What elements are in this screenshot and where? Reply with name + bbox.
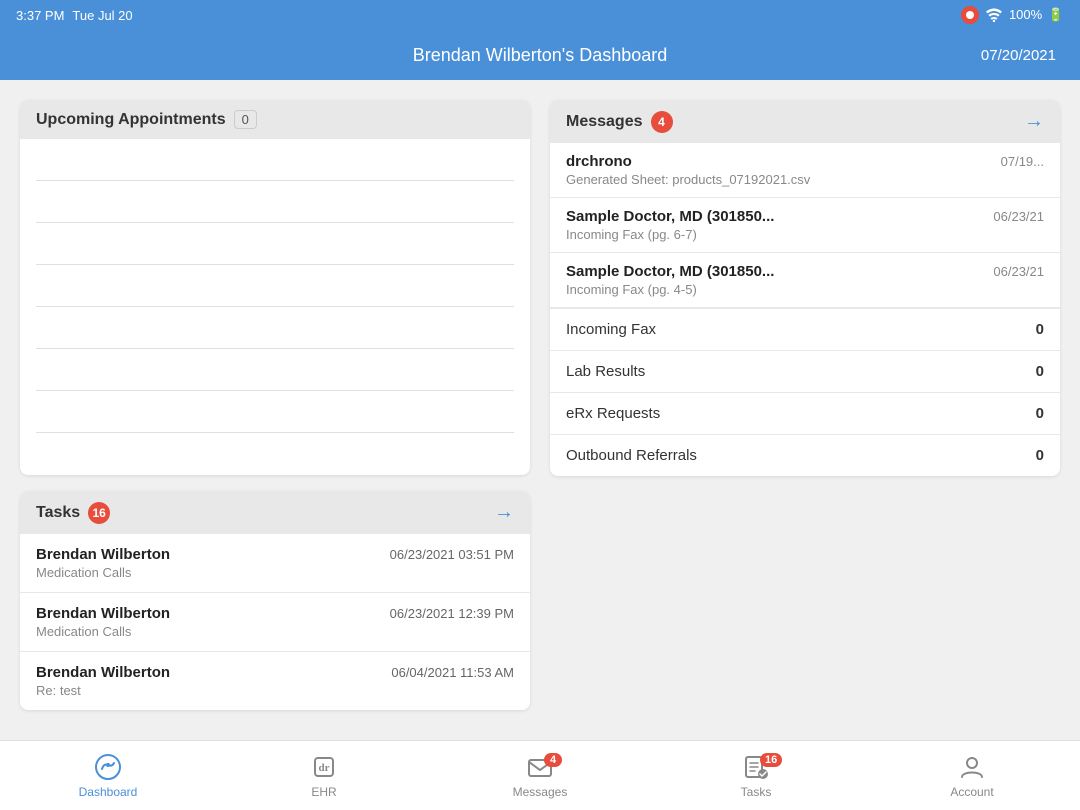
stat-value: 0 xyxy=(1036,447,1044,464)
task-subject: Medication Calls xyxy=(36,624,514,639)
dashboard-icon xyxy=(94,753,122,781)
message-subject: Generated Sheet: products_07192021.csv xyxy=(566,172,1044,187)
message-sender: Sample Doctor, MD (301850... xyxy=(566,208,774,225)
left-column: Upcoming Appointments 0 Tasks 16 → xyxy=(20,100,530,720)
status-left: 3:37 PM Tue Jul 20 xyxy=(16,8,133,23)
tab-account-label: Account xyxy=(950,785,993,799)
message-date: 06/23/21 xyxy=(993,264,1044,279)
message-item[interactable]: drchrono 07/19... Generated Sheet: produ… xyxy=(550,143,1060,198)
task-name: Brendan Wilberton xyxy=(36,605,170,622)
time-display: 3:37 PM xyxy=(16,8,64,23)
task-subject: Re: test xyxy=(36,683,514,698)
messages-arrow-button[interactable]: → xyxy=(1024,110,1044,133)
message-subject: Incoming Fax (pg. 4-5) xyxy=(566,282,1044,297)
messages-title: Messages xyxy=(566,113,643,131)
header-title: Brendan Wilberton's Dashboard xyxy=(368,45,712,66)
appt-row xyxy=(36,265,514,307)
appointments-header: Upcoming Appointments 0 xyxy=(20,100,530,139)
message-item[interactable]: Sample Doctor, MD (301850... 06/23/21 In… xyxy=(550,253,1060,308)
task-date: 06/23/2021 12:39 PM xyxy=(390,606,514,621)
main-content: Upcoming Appointments 0 Tasks 16 → xyxy=(0,80,1080,740)
appointments-card: Upcoming Appointments 0 xyxy=(20,100,530,475)
messages-header: Messages 4 → xyxy=(550,100,1060,143)
appt-row xyxy=(36,433,514,475)
messages-tab-badge: 4 xyxy=(544,753,562,767)
tasks-header: Tasks 16 → xyxy=(20,491,530,534)
stat-value: 0 xyxy=(1036,363,1044,380)
stat-outbound-referrals: Outbound Referrals 0 xyxy=(550,434,1060,476)
tasks-card: Tasks 16 → Brendan Wilberton 06/23/2021 … xyxy=(20,491,530,710)
task-item[interactable]: Brendan Wilberton 06/23/2021 03:51 PM Me… xyxy=(20,534,530,593)
appointments-count: 0 xyxy=(234,110,257,129)
message-sender: drchrono xyxy=(566,153,632,170)
record-icon xyxy=(961,6,979,24)
message-date: 06/23/21 xyxy=(993,209,1044,224)
tasks-tab-badge: 16 xyxy=(760,753,782,767)
tasks-arrow-button[interactable]: → xyxy=(494,501,514,524)
task-date: 06/23/2021 03:51 PM xyxy=(390,547,514,562)
appt-row xyxy=(36,181,514,223)
stat-label: eRx Requests xyxy=(566,405,660,422)
appointments-rows xyxy=(20,139,530,475)
tab-tasks-label: Tasks xyxy=(741,785,772,799)
status-bar: 3:37 PM Tue Jul 20 100% 🔋 xyxy=(0,0,1080,30)
task-date: 06/04/2021 11:53 AM xyxy=(391,665,514,680)
wifi-icon xyxy=(985,8,1003,22)
svg-text:dr: dr xyxy=(319,762,330,774)
tasks-list: Brendan Wilberton 06/23/2021 03:51 PM Me… xyxy=(20,534,530,710)
tab-bar: Dashboard dr EHR 4 Messages 16 xyxy=(0,740,1080,810)
tab-ehr[interactable]: dr EHR xyxy=(216,753,432,799)
status-right: 100% 🔋 xyxy=(961,6,1064,24)
account-icon xyxy=(958,753,986,781)
appt-row xyxy=(36,391,514,433)
task-subject: Medication Calls xyxy=(36,565,514,580)
tab-account[interactable]: Account xyxy=(864,753,1080,799)
stat-label: Lab Results xyxy=(566,363,645,380)
appointments-title: Upcoming Appointments xyxy=(36,111,226,129)
tasks-badge: 16 xyxy=(88,502,110,524)
messages-badge: 4 xyxy=(651,111,673,133)
message-item[interactable]: Sample Doctor, MD (301850... 06/23/21 In… xyxy=(550,198,1060,253)
stat-value: 0 xyxy=(1036,321,1044,338)
tasks-title: Tasks xyxy=(36,504,80,522)
task-item[interactable]: Brendan Wilberton 06/04/2021 11:53 AM Re… xyxy=(20,652,530,710)
stat-erx-requests: eRx Requests 0 xyxy=(550,392,1060,434)
task-name: Brendan Wilberton xyxy=(36,664,170,681)
header: Brendan Wilberton's Dashboard 07/20/2021 xyxy=(0,30,1080,80)
ehr-icon: dr xyxy=(310,753,338,781)
tab-ehr-label: EHR xyxy=(311,785,336,799)
message-sender: Sample Doctor, MD (301850... xyxy=(566,263,774,280)
tab-dashboard-label: Dashboard xyxy=(79,785,138,799)
appt-row xyxy=(36,139,514,181)
tab-messages-label: Messages xyxy=(513,785,568,799)
stat-value: 0 xyxy=(1036,405,1044,422)
appt-row xyxy=(36,223,514,265)
appt-row xyxy=(36,349,514,391)
tab-messages[interactable]: 4 Messages xyxy=(432,753,648,799)
stat-incoming-fax: Incoming Fax 0 xyxy=(550,308,1060,350)
message-date: 07/19... xyxy=(1001,154,1044,169)
messages-card: Messages 4 → drchrono 07/19... Generated… xyxy=(550,100,1060,476)
date-display: Tue Jul 20 xyxy=(72,8,132,23)
message-subject: Incoming Fax (pg. 6-7) xyxy=(566,227,1044,242)
stat-label: Outbound Referrals xyxy=(566,447,697,464)
stat-label: Incoming Fax xyxy=(566,321,656,338)
stat-lab-results: Lab Results 0 xyxy=(550,350,1060,392)
header-date: 07/20/2021 xyxy=(712,47,1056,64)
right-column: Messages 4 → drchrono 07/19... Generated… xyxy=(550,100,1060,720)
tab-tasks[interactable]: 16 Tasks xyxy=(648,753,864,799)
tab-dashboard[interactable]: Dashboard xyxy=(0,753,216,799)
task-item[interactable]: Brendan Wilberton 06/23/2021 12:39 PM Me… xyxy=(20,593,530,652)
appt-row xyxy=(36,307,514,349)
battery-display: 100% 🔋 xyxy=(1009,7,1064,23)
task-name: Brendan Wilberton xyxy=(36,546,170,563)
